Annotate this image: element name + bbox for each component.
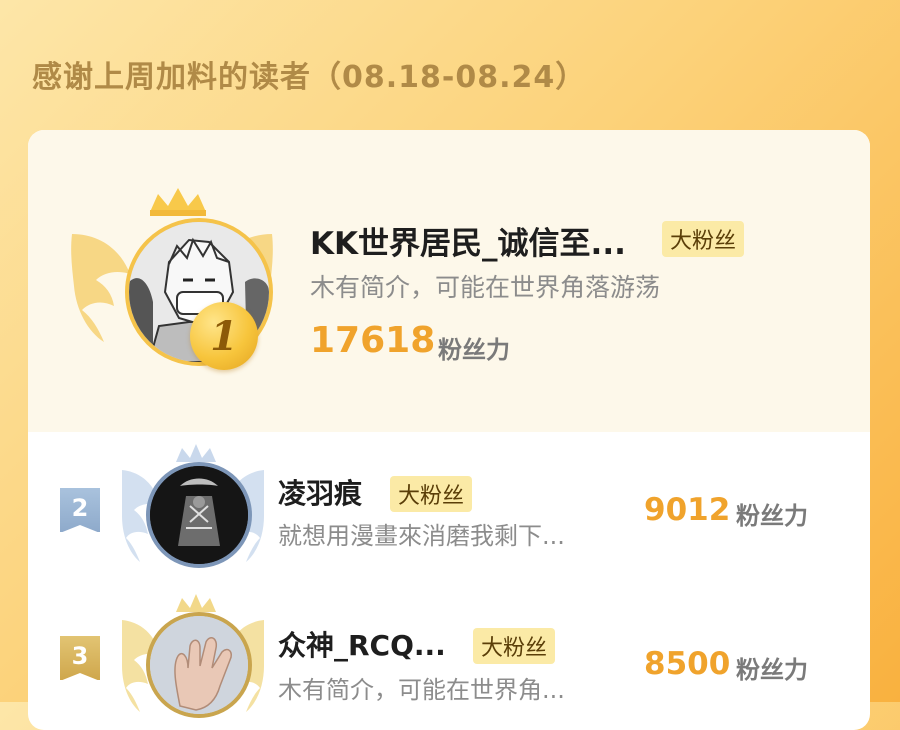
score-unit: 粉丝力 — [736, 656, 808, 684]
fan-score: 9012 — [644, 492, 731, 528]
top-fan-bio: 木有简介，可能在世界角落游荡 — [310, 273, 661, 302]
score-unit: 粉丝力 — [438, 336, 510, 364]
fan-name[interactable]: 凌羽痕 — [278, 472, 362, 512]
fan-bio: 就想用漫畫來消磨我剩下... — [278, 522, 565, 550]
page-title: 感谢上周加料的读者（08.18-08.24） — [32, 60, 587, 95]
fan-bio: 木有简介，可能在世界角... — [278, 676, 565, 704]
big-fan-tag: 大粉丝 — [390, 476, 473, 512]
big-fan-tag: 大粉丝 — [662, 221, 745, 257]
rank-1-badge: 1 — [190, 302, 258, 370]
top-fan-name[interactable]: KK世界居民_诚信至... — [310, 218, 626, 263]
fan-avatar[interactable] — [146, 462, 252, 568]
hand-image — [150, 616, 248, 714]
score-unit: 粉丝力 — [736, 502, 808, 530]
rank-2-badge: 2 — [60, 488, 100, 533]
big-fan-tag: 大粉丝 — [473, 628, 556, 664]
fan-name[interactable]: 众神_RCQ... — [278, 624, 446, 664]
fan-score: 8500 — [644, 646, 731, 682]
dark-figure-image — [150, 466, 248, 564]
top-fan-score: 17618 — [310, 320, 436, 361]
rank-3-badge: 3 — [60, 636, 100, 681]
fan-avatar[interactable] — [146, 612, 252, 718]
top-fan-entry[interactable]: 1 KK世界居民_诚信至... 大粉丝 木有简介，可能在世界角落游荡 17618… — [28, 130, 870, 432]
fan-list-item[interactable]: 2 凌羽痕 大粉丝 就想用漫畫來消磨我剩下... 9012 粉丝力 — [28, 432, 870, 582]
fan-leaderboard-card: 1 KK世界居民_诚信至... 大粉丝 木有简介，可能在世界角落游荡 17618… — [28, 130, 870, 730]
fan-list-item[interactable]: 3 众神_RCQ... 大粉丝 木有简介，可能在世界角... 8500 粉丝力 — [28, 582, 870, 730]
